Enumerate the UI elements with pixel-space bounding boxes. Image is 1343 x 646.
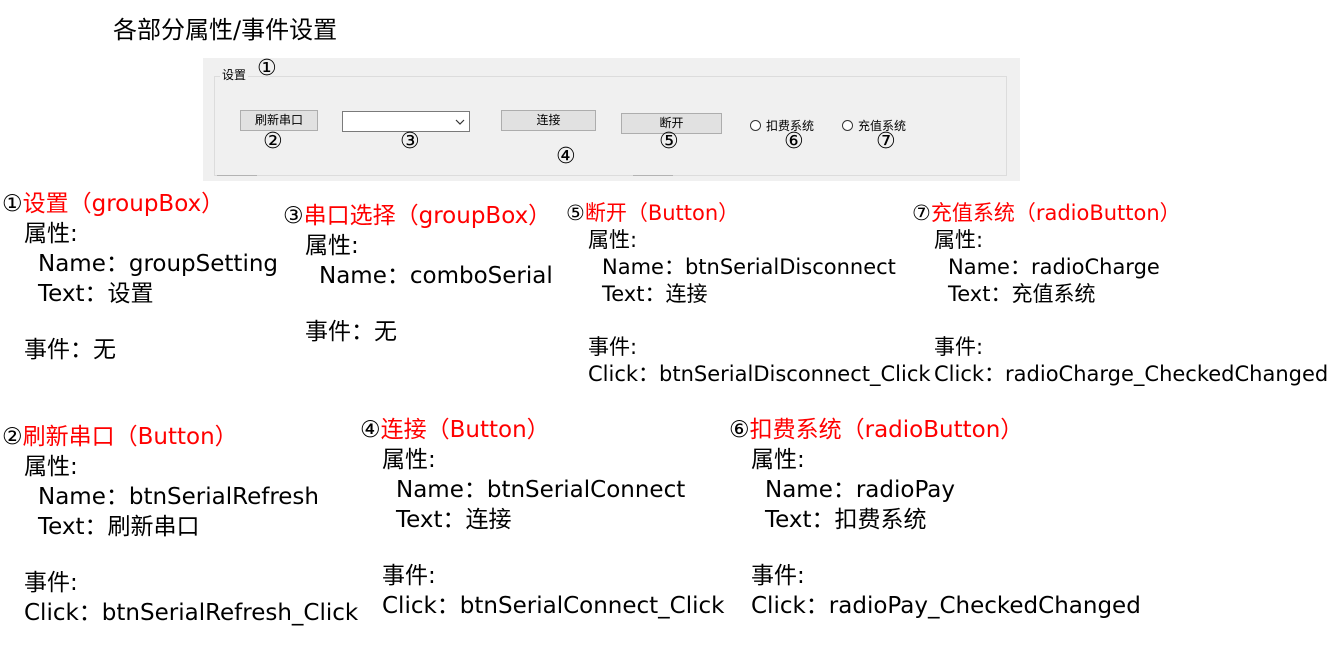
events-header: 事件: (751, 563, 805, 589)
prop-name: Name：radioPay (765, 477, 956, 503)
events-none: 事件：无 (305, 319, 397, 345)
events-header: 事件: (588, 335, 638, 359)
marker-7: ⑦ (876, 129, 896, 154)
marker-3: ③ (283, 203, 304, 229)
annotation-title: 连接（Button） (380, 417, 550, 443)
radio-pay[interactable]: 扣费系统 (750, 117, 814, 134)
connect-button[interactable]: 连接 (501, 110, 596, 131)
annotation-combo: ③串口选择（groupBox） 属性: Name：comboSerial 事件：… (283, 201, 553, 347)
prop-name: Name：comboSerial (319, 263, 553, 289)
event-click: Click：btnSerialDisconnect_Click (588, 362, 931, 386)
annotation-refresh: ②刷新串口（Button） 属性: Name：btnSerialRefresh … (2, 422, 359, 628)
annotation-pay: ⑥扣费系统（radioButton） 属性: Name：radioPay Tex… (729, 415, 1141, 621)
marker-4: ④ (360, 417, 381, 443)
annotation-title: 串口选择（groupBox） (303, 203, 552, 229)
annotation-title: 充值系统（radioButton） (930, 201, 1181, 225)
marker-6: ⑥ (729, 417, 750, 443)
props-header: 属性: (588, 228, 638, 252)
annotation-groupbox: ①设置（groupBox） 属性: Name：groupSetting Text… (2, 189, 279, 365)
group-box-label: 设置 (220, 66, 249, 83)
marker-6: ⑥ (784, 129, 804, 154)
annotation-charge: ⑦充值系统（radioButton） 属性: Name：radioCharge … (912, 200, 1329, 388)
marker-1: ① (2, 191, 23, 217)
radio-circle-icon (842, 120, 853, 131)
annotation-title: 设置（groupBox） (22, 191, 225, 217)
marker-2: ② (263, 129, 283, 154)
chevron-down-icon (455, 119, 465, 125)
form-screenshot: 设置 ① 刷新串口 ② ③ 连接 ④ 断开 ⑤ 扣费系统 ⑥ 充值系统 ⑦ (203, 58, 1020, 181)
events-header: 事件: (934, 335, 984, 359)
events-header: 事件: (24, 570, 78, 596)
props-header: 属性: (382, 447, 436, 473)
prop-name: Name：btnSerialConnect (396, 477, 686, 503)
marker-4: ④ (556, 144, 576, 169)
event-click: Click：radioCharge_CheckedChanged (934, 362, 1329, 386)
refresh-serial-button[interactable]: 刷新串口 (240, 110, 318, 131)
marker-2: ② (2, 424, 23, 450)
clipped-edge (217, 175, 257, 181)
events-header: 事件: (382, 563, 436, 589)
prop-text: Text：充值系统 (948, 282, 1096, 306)
annotation-title: 断开（Button） (584, 201, 740, 225)
annotation-title: 扣费系统（radioButton） (749, 417, 1024, 443)
prop-name: Name：groupSetting (38, 251, 279, 277)
props-header: 属性: (24, 221, 78, 247)
prop-text: Text：刷新串口 (38, 514, 200, 540)
prop-name: Name：btnSerialDisconnect (602, 255, 896, 279)
event-click: Click：radioPay_CheckedChanged (751, 593, 1141, 619)
event-click: Click：btnSerialRefresh_Click (24, 600, 359, 626)
prop-text: Text：连接 (602, 282, 708, 306)
prop-text: Text：扣费系统 (765, 507, 927, 533)
props-header: 属性: (24, 454, 78, 480)
radio-charge[interactable]: 充值系统 (842, 117, 906, 134)
clipped-edge (633, 175, 673, 181)
marker-5: ⑤ (566, 201, 585, 225)
prop-text: Text：连接 (396, 507, 512, 533)
marker-7: ⑦ (912, 201, 931, 225)
events-none: 事件：无 (24, 337, 116, 363)
annotation-title: 刷新串口（Button） (22, 424, 238, 450)
event-click: Click：btnSerialConnect_Click (382, 593, 725, 619)
radio-circle-icon (750, 120, 761, 131)
props-header: 属性: (305, 233, 359, 259)
prop-text: Text：设置 (38, 281, 154, 307)
props-header: 属性: (934, 228, 984, 252)
prop-name: Name：btnSerialRefresh (38, 484, 319, 510)
page-title: 各部分属性/事件设置 (113, 16, 338, 44)
annotation-disconnect: ⑤断开（Button） 属性: Name：btnSerialDisconnect… (566, 200, 931, 388)
marker-3: ③ (400, 129, 420, 154)
prop-name: Name：radioCharge (948, 255, 1160, 279)
marker-5: ⑤ (659, 129, 679, 154)
marker-1: ① (257, 58, 277, 81)
props-header: 属性: (751, 447, 805, 473)
annotation-connect: ④连接（Button） 属性: Name：btnSerialConnect Te… (360, 415, 725, 621)
